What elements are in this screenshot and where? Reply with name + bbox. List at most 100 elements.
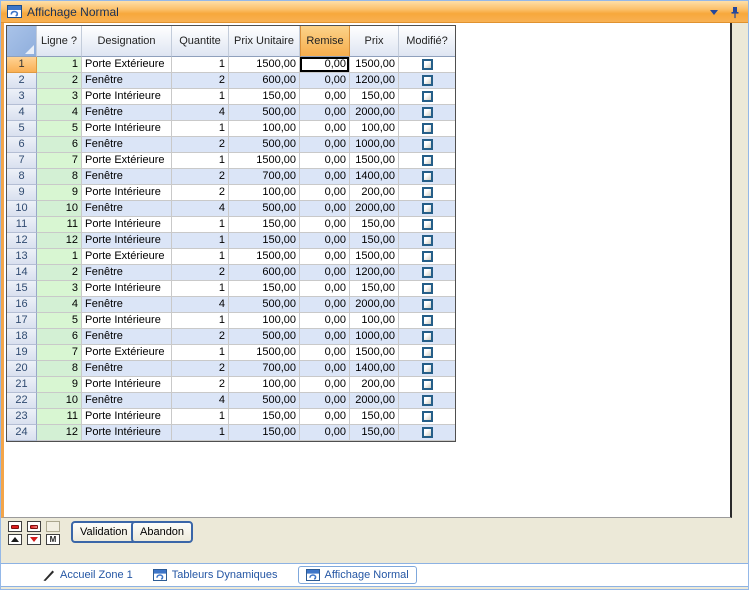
cell-prix-unitaire[interactable]: 100,00	[229, 185, 300, 201]
modified-checkbox[interactable]	[422, 155, 433, 166]
cell-quantite[interactable]: 1	[172, 217, 229, 233]
cell-ligne[interactable]: 4	[37, 105, 82, 121]
cell-quantite[interactable]: 4	[172, 297, 229, 313]
cell-designation[interactable]: Porte Intérieure	[82, 281, 172, 297]
cell-quantite[interactable]: 2	[172, 137, 229, 153]
modified-checkbox[interactable]	[422, 427, 433, 438]
cell-prix[interactable]: 200,00	[350, 185, 399, 201]
red-bar-shaded-button[interactable]	[27, 521, 41, 532]
cell-prix[interactable]: 1500,00	[350, 57, 399, 73]
cell-remise[interactable]: 0,00	[300, 329, 350, 345]
cell-ligne[interactable]: 8	[37, 169, 82, 185]
cell-prix[interactable]: 150,00	[350, 281, 399, 297]
cell-remise[interactable]: 0,00	[300, 297, 350, 313]
cell-remise[interactable]: 0,00	[300, 121, 350, 137]
row-header[interactable]: 9	[7, 185, 37, 201]
cell-designation[interactable]: Fenêtre	[82, 361, 172, 377]
cell-prix-unitaire[interactable]: 700,00	[229, 361, 300, 377]
row-header[interactable]: 22	[7, 393, 37, 409]
cell-prix-unitaire[interactable]: 500,00	[229, 105, 300, 121]
cell-remise[interactable]: 0,00	[300, 377, 350, 393]
modified-checkbox[interactable]	[422, 299, 433, 310]
row-header[interactable]: 4	[7, 105, 37, 121]
cell-ligne[interactable]: 7	[37, 153, 82, 169]
cell-designation[interactable]: Fenêtre	[82, 137, 172, 153]
row-header[interactable]: 17	[7, 313, 37, 329]
row-header[interactable]: 20	[7, 361, 37, 377]
cell-prix[interactable]: 150,00	[350, 425, 399, 441]
cell-remise[interactable]: 0,00	[300, 313, 350, 329]
select-all-cell[interactable]	[7, 26, 37, 57]
cell-remise[interactable]: 0,00	[300, 265, 350, 281]
column-header-prix-unitaire[interactable]: Prix Unitaire	[229, 26, 300, 57]
cell-prix[interactable]: 1400,00	[350, 169, 399, 185]
cell-ligne[interactable]: 9	[37, 185, 82, 201]
cell-remise[interactable]: 0,00	[300, 345, 350, 361]
cell-prix[interactable]: 2000,00	[350, 297, 399, 313]
cell-ligne[interactable]: 1	[37, 57, 82, 73]
cell-prix-unitaire[interactable]: 1500,00	[229, 249, 300, 265]
cell-quantite[interactable]: 1	[172, 153, 229, 169]
cell-quantite[interactable]: 1	[172, 57, 229, 73]
row-header[interactable]: 23	[7, 409, 37, 425]
cell-ligne[interactable]: 9	[37, 377, 82, 393]
row-header[interactable]: 7	[7, 153, 37, 169]
cell-remise[interactable]: 0,00	[300, 201, 350, 217]
cell-remise[interactable]: 0,00	[300, 409, 350, 425]
row-header[interactable]: 16	[7, 297, 37, 313]
cell-remise[interactable]: 0,00	[300, 105, 350, 121]
cell-ligne[interactable]: 1	[37, 249, 82, 265]
cell-prix[interactable]: 1000,00	[350, 137, 399, 153]
cell-ligne[interactable]: 3	[37, 281, 82, 297]
modified-checkbox[interactable]	[422, 283, 433, 294]
cell-prix[interactable]: 150,00	[350, 409, 399, 425]
cell-prix-unitaire[interactable]: 150,00	[229, 281, 300, 297]
cell-designation[interactable]: Fenêtre	[82, 201, 172, 217]
cell-prix-unitaire[interactable]: 700,00	[229, 169, 300, 185]
cell-ligne[interactable]: 6	[37, 329, 82, 345]
cell-ligne[interactable]: 10	[37, 201, 82, 217]
cell-prix-unitaire[interactable]: 1500,00	[229, 153, 300, 169]
cell-prix-unitaire[interactable]: 150,00	[229, 425, 300, 441]
cell-designation[interactable]: Porte Extérieure	[82, 249, 172, 265]
cell-remise[interactable]: 0,00	[300, 217, 350, 233]
modified-checkbox[interactable]	[422, 315, 433, 326]
up-arrow-button[interactable]	[8, 534, 22, 545]
cell-quantite[interactable]: 2	[172, 185, 229, 201]
cell-prix-unitaire[interactable]: 600,00	[229, 265, 300, 281]
row-header[interactable]: 3	[7, 89, 37, 105]
column-header-quantite[interactable]: Quantite	[172, 26, 229, 57]
cell-ligne[interactable]: 5	[37, 313, 82, 329]
modified-checkbox[interactable]	[422, 347, 433, 358]
cell-quantite[interactable]: 2	[172, 377, 229, 393]
cell-designation[interactable]: Porte Intérieure	[82, 425, 172, 441]
row-header[interactable]: 11	[7, 217, 37, 233]
cell-quantite[interactable]: 1	[172, 345, 229, 361]
modified-checkbox[interactable]	[422, 75, 433, 86]
row-header[interactable]: 19	[7, 345, 37, 361]
cell-remise[interactable]: 0,00	[300, 281, 350, 297]
cell-quantite[interactable]: 1	[172, 249, 229, 265]
modified-checkbox[interactable]	[422, 219, 433, 230]
cell-ligne[interactable]: 11	[37, 217, 82, 233]
cell-prix-unitaire[interactable]: 500,00	[229, 137, 300, 153]
cell-prix[interactable]: 100,00	[350, 121, 399, 137]
cell-prix-unitaire[interactable]: 500,00	[229, 297, 300, 313]
cell-designation[interactable]: Porte Intérieure	[82, 121, 172, 137]
cell-quantite[interactable]: 1	[172, 409, 229, 425]
cell-designation[interactable]: Porte Intérieure	[82, 89, 172, 105]
cell-prix-unitaire[interactable]: 500,00	[229, 329, 300, 345]
row-header[interactable]: 13	[7, 249, 37, 265]
cell-remise[interactable]: 0,00	[300, 169, 350, 185]
modified-checkbox[interactable]	[422, 363, 433, 374]
cell-designation[interactable]: Porte Intérieure	[82, 233, 172, 249]
cell-designation[interactable]: Porte Intérieure	[82, 217, 172, 233]
tab-affichage-normal[interactable]: Affichage Normal	[298, 566, 417, 584]
row-header[interactable]: 21	[7, 377, 37, 393]
cell-ligne[interactable]: 2	[37, 73, 82, 89]
modified-checkbox[interactable]	[422, 203, 433, 214]
row-header[interactable]: 24	[7, 425, 37, 441]
modified-checkbox[interactable]	[422, 395, 433, 406]
row-header[interactable]: 5	[7, 121, 37, 137]
cell-remise[interactable]: 0,00	[300, 153, 350, 169]
